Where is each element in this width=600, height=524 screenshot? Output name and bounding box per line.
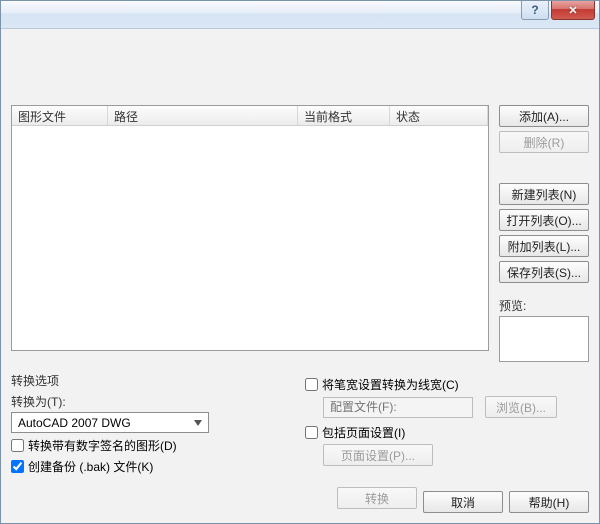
file-list[interactable]: 图形文件 路径 当前格式 状态 — [11, 105, 489, 351]
cancel-button[interactable]: 取消 — [423, 491, 503, 513]
file-list-header: 图形文件 路径 当前格式 状态 — [12, 106, 488, 126]
titlebar: ? ✕ — [1, 1, 599, 29]
col-header-file[interactable]: 图形文件 — [12, 106, 108, 125]
convert-signed-label: 转换带有数字签名的图形(D) — [28, 437, 177, 454]
config-file-row: 浏览(B)... — [323, 396, 589, 418]
page-setup-btn-row: 页面设置(P)... — [323, 444, 589, 466]
col-header-format[interactable]: 当前格式 — [298, 106, 390, 125]
chevron-down-icon — [190, 415, 206, 431]
col-header-state[interactable]: 状态 — [390, 106, 488, 125]
remove-button: 删除(R) — [499, 131, 589, 153]
page-setup-button: 页面设置(P)... — [323, 444, 433, 466]
create-backup-row: 创建备份 (.bak) 文件(K) — [11, 458, 277, 475]
preview-box — [499, 316, 589, 362]
convert-to-value: AutoCAD 2007 DWG — [18, 416, 131, 430]
convert-signed-row: 转换带有数字签名的图形(D) — [11, 437, 277, 454]
convert-to-select[interactable]: AutoCAD 2007 DWG — [11, 412, 209, 433]
dialog-footer: 转换 取消 帮助(H) — [11, 479, 589, 513]
options-area: 转换选项 转换为(T): AutoCAD 2007 DWG 转换带有数字签名的图… — [11, 372, 589, 475]
create-backup-label: 创建备份 (.bak) 文件(K) — [28, 458, 153, 475]
page-setup-checkbox[interactable] — [305, 426, 318, 439]
options-group-title: 转换选项 — [11, 372, 277, 389]
spacer — [499, 153, 589, 183]
penwidth-checkbox[interactable] — [305, 378, 318, 391]
page-setup-label: 包括页面设置(I) — [322, 424, 405, 441]
side-button-column: 添加(A)... 删除(R) 新建列表(N) 打开列表(O)... 附加列表(L… — [499, 105, 589, 362]
titlebar-help-button[interactable]: ? — [521, 1, 549, 20]
new-list-button[interactable]: 新建列表(N) — [499, 183, 589, 205]
page-setup-row: 包括页面设置(I) — [305, 424, 589, 441]
save-list-button[interactable]: 保存列表(S)... — [499, 261, 589, 283]
dialog-window: ? ✕ 图形文件 路径 当前格式 状态 添加(A)... 删除(R) — [0, 0, 600, 524]
penwidth-label: 将笔宽设置转换为线宽(C) — [322, 376, 459, 393]
penwidth-row: 将笔宽设置转换为线宽(C) — [305, 376, 589, 393]
penwidth-group: 将笔宽设置转换为线宽(C) 浏览(B)... — [305, 376, 589, 418]
close-icon: ✕ — [568, 4, 577, 17]
append-list-button[interactable]: 附加列表(L)... — [499, 235, 589, 257]
file-list-container: 图形文件 路径 当前格式 状态 — [11, 105, 489, 362]
left-options: 转换选项 转换为(T): AutoCAD 2007 DWG 转换带有数字签名的图… — [11, 372, 277, 475]
spacer — [11, 35, 589, 105]
page-setup-group: 包括页面设置(I) 页面设置(P)... — [305, 424, 589, 466]
help-button[interactable]: 帮助(H) — [509, 491, 589, 513]
config-file-input — [323, 397, 473, 418]
preview-label: 预览: — [499, 297, 589, 314]
dialog-client-area: 图形文件 路径 当前格式 状态 添加(A)... 删除(R) 新建列表(N) 打… — [1, 29, 599, 523]
col-header-path[interactable]: 路径 — [108, 106, 298, 125]
right-options: 将笔宽设置转换为线宽(C) 浏览(B)... 包括页面设置(I) 页面设置(P)… — [305, 372, 589, 475]
open-list-button[interactable]: 打开列表(O)... — [499, 209, 589, 231]
add-button[interactable]: 添加(A)... — [499, 105, 589, 127]
create-backup-checkbox[interactable] — [11, 460, 24, 473]
browse-config-button: 浏览(B)... — [485, 396, 557, 418]
main-row: 图形文件 路径 当前格式 状态 添加(A)... 删除(R) 新建列表(N) 打… — [11, 105, 589, 362]
convert-signed-checkbox[interactable] — [11, 439, 24, 452]
convert-to-label: 转换为(T): — [11, 393, 277, 410]
help-icon: ? — [531, 3, 538, 17]
titlebar-close-button[interactable]: ✕ — [551, 1, 595, 20]
convert-button: 转换 — [337, 487, 417, 509]
